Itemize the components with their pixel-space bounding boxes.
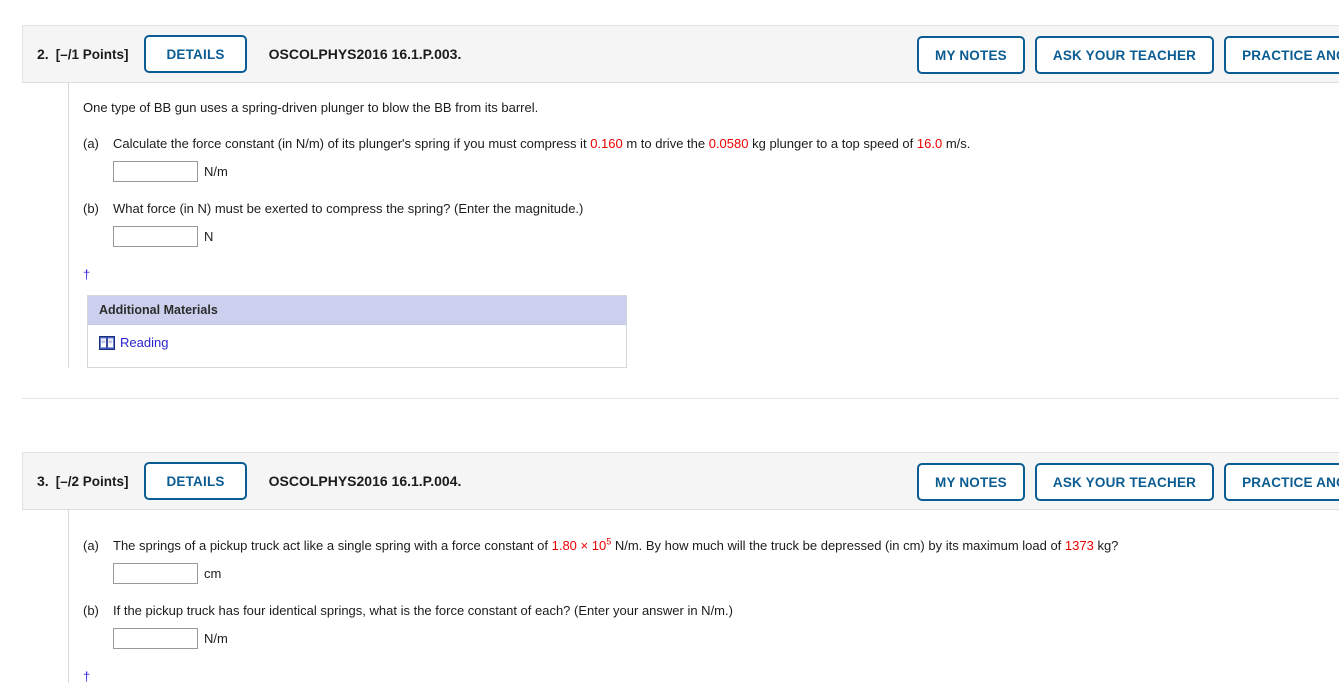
- answer-input-3b[interactable]: [113, 628, 198, 649]
- question-intro: One type of BB gun uses a spring-driven …: [83, 100, 539, 115]
- question-points: [–/1 Points]: [55, 46, 129, 62]
- answer-input-2a[interactable]: [113, 161, 198, 182]
- details-button[interactable]: DETAILS: [144, 462, 247, 500]
- part-value-2: 0.0580: [708, 136, 749, 151]
- question-body-2: One type of BB gun uses a spring-driven …: [22, 83, 1339, 368]
- ask-your-teacher-button[interactable]: ASK YOUR TEACHER: [1034, 463, 1215, 501]
- answer-input-2b[interactable]: [113, 226, 198, 247]
- my-notes-button[interactable]: MY NOTES: [917, 36, 1025, 74]
- question-block-2: 2. [–/1 Points] DETAILS OSCOLPHYS2016 16…: [22, 25, 1339, 368]
- question-block-3: 3. [–/2 Points] DETAILS OSCOLPHYS2016 16…: [22, 452, 1339, 683]
- question-part-b: (b) If the pickup truck has four identic…: [83, 602, 1339, 649]
- question-number: 2.: [37, 46, 49, 62]
- part-text-seg3: kg plunger to a top speed of: [748, 136, 917, 151]
- question-code: OSCOLPHYS2016 16.1.P.004.: [268, 473, 462, 489]
- part-label: (a): [83, 538, 99, 553]
- part-value-3: 16.0: [916, 136, 943, 151]
- question-part-a: (a) Calculate the force constant (in N/m…: [83, 135, 1339, 182]
- part-text: The springs of a pickup truck act like a…: [113, 537, 1339, 555]
- answer-row: N/m: [113, 161, 1339, 182]
- question-separator: [22, 398, 1339, 399]
- part-text: What force (in N) must be exerted to com…: [113, 201, 584, 216]
- question-points: [–/2 Points]: [55, 473, 129, 489]
- additional-materials-title: Additional Materials: [88, 296, 626, 325]
- answer-row: cm: [113, 563, 1339, 584]
- part-value-2: 1373: [1064, 538, 1094, 553]
- part-label: (b): [83, 201, 99, 216]
- question-number: 3.: [37, 473, 49, 489]
- answer-unit: N: [204, 229, 214, 244]
- details-button[interactable]: DETAILS: [144, 35, 247, 73]
- question-part-b: (b) What force (in N) must be exerted to…: [83, 200, 1339, 247]
- book-icon: [99, 335, 115, 350]
- answer-unit: cm: [204, 566, 222, 581]
- footnote-dagger: †: [83, 669, 91, 684]
- answer-row: N/m: [113, 628, 1339, 649]
- reading-link-label: Reading: [120, 335, 169, 350]
- practice-another-button[interactable]: PRACTICE ANOTHER: [1224, 463, 1339, 501]
- practice-another-button[interactable]: PRACTICE ANOTHER: [1224, 36, 1339, 74]
- part-label: (b): [83, 603, 99, 618]
- additional-materials-body: Reading: [88, 325, 626, 367]
- question-header-actions: MY NOTES ASK YOUR TEACHER PRACTICE ANOTH…: [917, 26, 1339, 84]
- part-text-seg3: kg?: [1093, 538, 1119, 553]
- question-header-2: 2. [–/1 Points] DETAILS OSCOLPHYS2016 16…: [22, 25, 1339, 83]
- part-text-seg1: Calculate the force constant (in N/m) of…: [113, 136, 591, 151]
- ask-your-teacher-button[interactable]: ASK YOUR TEACHER: [1034, 36, 1215, 74]
- question-code: OSCOLPHYS2016 16.1.P.003.: [268, 46, 462, 62]
- part-text-seg1: The springs of a pickup truck act like a…: [113, 538, 552, 553]
- question-header-actions: MY NOTES ASK YOUR TEACHER PRACTICE ANOTH…: [917, 453, 1339, 511]
- question-body-3: (a) The springs of a pickup truck act li…: [22, 510, 1339, 683]
- part-text: If the pickup truck has four identical s…: [113, 603, 733, 618]
- answer-unit: N/m: [204, 631, 228, 646]
- part-label: (a): [83, 136, 99, 151]
- part-text-seg2: N/m. By how much will the truck be depre…: [611, 538, 1065, 553]
- part-text-seg2: m to drive the: [622, 136, 709, 151]
- question-part-a: (a) The springs of a pickup truck act li…: [83, 537, 1339, 584]
- answer-row: N: [113, 226, 1339, 247]
- answer-input-3a[interactable]: [113, 563, 198, 584]
- part-value-1-mantissa: 1.80 × 10: [551, 538, 607, 553]
- answer-unit: N/m: [204, 164, 228, 179]
- part-value-1: 1.80 × 105: [551, 537, 612, 553]
- my-notes-button[interactable]: MY NOTES: [917, 463, 1025, 501]
- question-header-3: 3. [–/2 Points] DETAILS OSCOLPHYS2016 16…: [22, 452, 1339, 510]
- footnote-dagger: †: [83, 267, 91, 282]
- part-value-1: 0.160: [590, 136, 623, 151]
- additional-materials-panel: Additional Materials Reading: [87, 295, 627, 368]
- part-text: Calculate the force constant (in N/m) of…: [113, 135, 1339, 153]
- part-text-seg4: m/s.: [942, 136, 971, 151]
- reading-link[interactable]: Reading: [99, 335, 168, 350]
